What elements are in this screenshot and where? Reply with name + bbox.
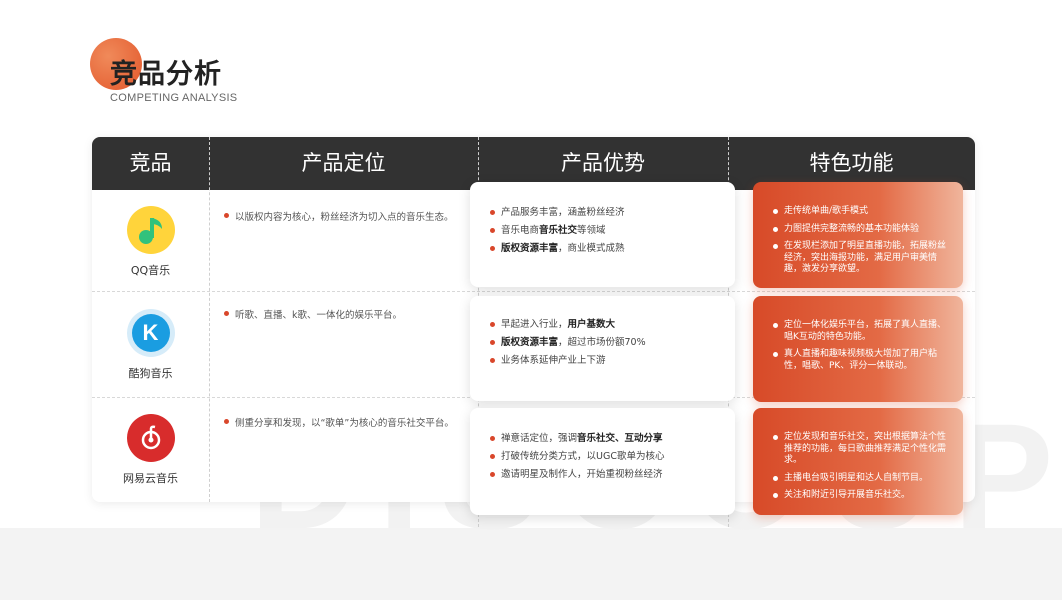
advantage-item: 打破传统分类方式，以UGC歌单为核心 [490,450,735,463]
feature-item: 力图提供完整流畅的基本功能体验 [773,224,949,236]
feature-item: 主播电台吸引明星和达人自制节目。 [773,473,949,485]
product-cell-kugou-music: K 酷狗音乐 [92,309,209,381]
advantage-item: 邀请明星及制作人，开始重视粉丝经济 [490,468,735,481]
feature-item: 在发现栏添加了明星直播功能，拓展粉丝经济，突出海报功能，满足用户审美情趣，激发分… [773,241,949,276]
feature-item: 真人直播和趣味视频极大增加了用户粘性，唱歌、PK、评分一体联动。 [773,349,949,372]
advantages-card: 早起进入行业，用户基数大 版权资源丰富，超过市场份额70% 业务体系延伸产业上下游 [470,296,735,401]
column-header-product: 竞品 [129,151,172,175]
features-card: 走传统单曲/歌手模式 力图提供完整流畅的基本功能体验在发现栏添加了明星直播功能，拓… [753,182,963,288]
feature-item: 走传统单曲/歌手模式 [773,206,949,218]
advantage-item: 版权资源丰富，超过市场份额70% [490,336,735,349]
advantage-item: 音乐电商音乐社交等领域 [490,224,735,237]
advantage-item: 业务体系延伸产业上下游 [490,354,735,367]
product-cell-netease-cloud-music: 网易云音乐 [92,414,209,486]
advantage-item: 禅意话定位，强调音乐社交、互动分享 [490,432,735,445]
features-card: 定位发现和音乐社交，突出根据算法个性推荐的功能，每日歌曲推荐满足个性化需求。主播… [753,408,963,515]
kugou-music-icon: K [126,309,175,357]
netease-cloud-music-icon [126,414,175,462]
product-name: 酷狗音乐 [128,367,173,380]
advantage-item: 版权资源丰富，商业模式成熟 [490,242,735,255]
positioning-text: 侧重分享和发现，以“歌单”为核心的音乐社交平台。 [224,416,469,432]
positioning-text: 以版权内容为核心，粉丝经济为切入点的音乐生态。 [224,210,469,226]
advantages-card: 禅意话定位，强调音乐社交、互动分享 打破传统分类方式，以UGC歌单为核心 邀请明星及… [470,408,735,515]
page-title: 竞品分析 [110,59,222,90]
column-divider [209,137,210,502]
positioning-text: 听歌、直播、k歌、一体化的娱乐平台。 [224,308,469,324]
row-divider [92,291,975,292]
product-name: QQ音乐 [130,264,171,277]
column-header-positioning: 产品定位 [301,151,386,175]
feature-item: 定位一体化娱乐平台，拓展了真人直播、唱K互动的特色功能。 [773,320,949,343]
feature-item: 关注和附近引导开展音乐社交。 [773,490,949,502]
feature-item: 定位发现和音乐社交，突出根据算法个性推荐的功能，每日歌曲推荐满足个性化需求。 [773,432,949,467]
advantage-item: 早起进入行业，用户基数大 [490,318,735,331]
features-card: 定位一体化娱乐平台，拓展了真人直播、唱K互动的特色功能。 真人直播和趣味视频极大增… [753,296,963,402]
qq-music-icon [126,206,175,254]
page-subtitle: COMPETING ANALYSIS [110,92,238,104]
advantage-item: 产品服务丰富，涵盖粉丝经济 [490,206,735,219]
product-name: 网易云音乐 [123,472,178,485]
advantages-card: 产品服务丰富，涵盖粉丝经济 音乐电商音乐社交等领域 版权资源丰富，商业模式成熟 [470,182,735,287]
product-cell-qq-music: QQ音乐 [92,206,209,278]
